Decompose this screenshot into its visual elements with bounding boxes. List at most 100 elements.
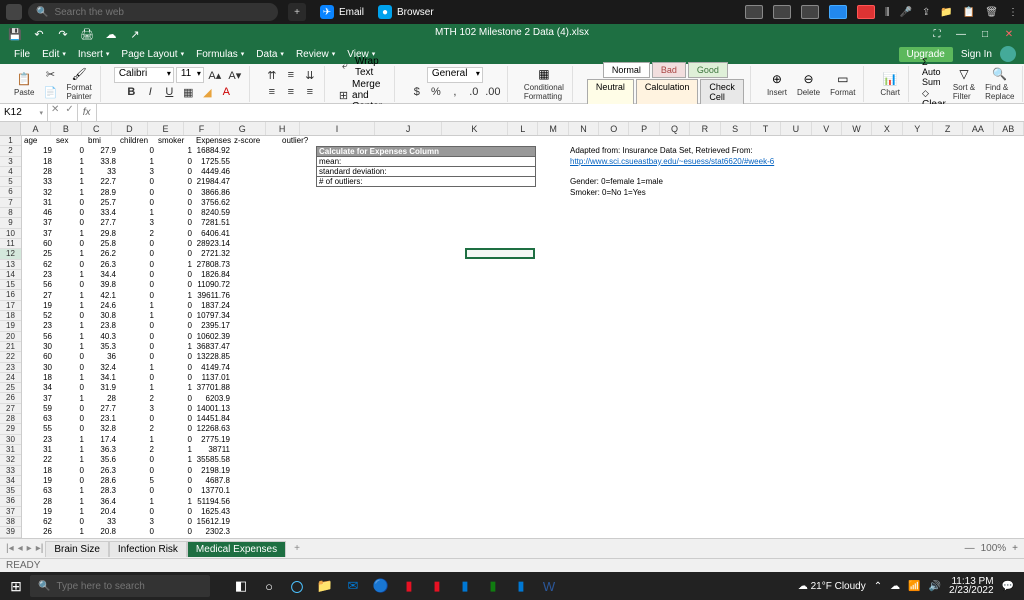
- cell[interactable]: 0: [118, 342, 156, 352]
- cell[interactable]: sex: [54, 136, 86, 146]
- cell[interactable]: 28.3: [86, 486, 118, 496]
- cell[interactable]: 1: [156, 445, 194, 455]
- col-header[interactable]: F: [184, 122, 220, 135]
- cell[interactable]: 33.8: [86, 157, 118, 167]
- cell[interactable]: 1: [54, 394, 86, 404]
- decrease-decimal-button[interactable]: .0: [465, 84, 483, 100]
- col-header[interactable]: J: [375, 122, 441, 135]
- cell[interactable]: 25.8: [86, 239, 118, 249]
- style-check-cell[interactable]: Check Cell: [700, 79, 744, 105]
- word-app-icon[interactable]: W: [536, 574, 562, 598]
- cell[interactable]: 59: [22, 404, 54, 414]
- cell[interactable]: 0: [54, 208, 86, 218]
- col-header[interactable]: O: [599, 122, 629, 135]
- cell[interactable]: 0: [118, 249, 156, 259]
- row-header[interactable]: 35: [0, 486, 21, 496]
- cell[interactable]: 30.8: [86, 311, 118, 321]
- cell[interactable]: 0: [156, 218, 194, 228]
- cell[interactable]: 32: [22, 188, 54, 198]
- cell[interactable]: 31.9: [86, 383, 118, 393]
- col-header[interactable]: P: [629, 122, 659, 135]
- cell[interactable]: 30: [22, 342, 54, 352]
- row-header[interactable]: 11: [0, 239, 21, 249]
- folder-icon[interactable]: 📁: [940, 7, 952, 18]
- cell[interactable]: 35.6: [86, 455, 118, 465]
- cell[interactable]: 2: [118, 424, 156, 434]
- cell[interactable]: 17.4: [86, 435, 118, 445]
- taskbar-search-input[interactable]: [56, 581, 202, 592]
- cell[interactable]: 6203.9: [194, 394, 232, 404]
- cell[interactable]: 15612.19: [194, 517, 232, 527]
- cell[interactable]: 36837.47: [194, 342, 232, 352]
- cell[interactable]: 0: [156, 466, 194, 476]
- menu-review[interactable]: Review ▾: [290, 47, 341, 62]
- tray-chevron-icon[interactable]: ⌃: [874, 581, 882, 592]
- increase-decimal-button[interactable]: .00: [484, 84, 502, 100]
- save-icon[interactable]: 💾: [8, 27, 22, 41]
- cell[interactable]: 0: [118, 466, 156, 476]
- cell[interactable]: 63: [22, 414, 54, 424]
- cell[interactable]: 2: [118, 394, 156, 404]
- row-header[interactable]: 18: [0, 311, 21, 321]
- cell[interactable]: 23: [22, 435, 54, 445]
- close-button[interactable]: ✕: [1002, 29, 1016, 40]
- wrap-text-button[interactable]: ⤶: [338, 59, 352, 75]
- col-header[interactable]: A: [21, 122, 51, 135]
- col-header[interactable]: I: [300, 122, 376, 135]
- cell[interactable]: 1625.43: [194, 507, 232, 517]
- conditional-formatting-button[interactable]: ▦Conditional Formatting: [521, 65, 567, 102]
- align-bottom-button[interactable]: ⇊: [301, 67, 319, 83]
- row-header[interactable]: 32: [0, 455, 21, 465]
- copy-button[interactable]: 📄: [41, 85, 59, 101]
- chart-button[interactable]: 📊Chart: [877, 70, 903, 98]
- cell[interactable]: 1: [54, 497, 86, 507]
- cell[interactable]: 0: [156, 435, 194, 445]
- cell[interactable]: 0: [54, 363, 86, 373]
- cell[interactable]: 16884.92: [194, 146, 232, 156]
- cell[interactable]: 3: [118, 218, 156, 228]
- row-header[interactable]: 25: [0, 383, 21, 393]
- cell[interactable]: 18: [22, 373, 54, 383]
- cell[interactable]: 0: [156, 208, 194, 218]
- col-header[interactable]: E: [148, 122, 184, 135]
- trash-icon[interactable]: 🗑: [985, 7, 998, 18]
- cell[interactable]: Calculate for Expenses Column: [316, 146, 536, 156]
- redo-icon[interactable]: ↷: [56, 27, 70, 41]
- col-header[interactable]: Q: [660, 122, 690, 135]
- cell[interactable]: 0: [156, 527, 194, 537]
- cell[interactable]: 2302.3: [194, 527, 232, 537]
- percent-button[interactable]: %: [427, 84, 445, 100]
- cell[interactable]: 0: [54, 466, 86, 476]
- row-header[interactable]: 22: [0, 352, 21, 362]
- cell[interactable]: 20.8: [86, 527, 118, 537]
- grow-font-button[interactable]: A▴: [206, 67, 224, 83]
- share-icon[interactable]: ↗: [128, 27, 142, 41]
- col-header[interactable]: S: [721, 122, 751, 135]
- cell[interactable]: 18: [22, 157, 54, 167]
- browser-tab-email[interactable]: ✈Email: [320, 5, 364, 19]
- cell[interactable]: 0: [118, 414, 156, 424]
- cell[interactable]: 52: [22, 311, 54, 321]
- cell[interactable]: 26: [22, 527, 54, 537]
- underline-button[interactable]: U: [160, 84, 178, 100]
- cell[interactable]: 2721.32: [194, 249, 232, 259]
- mail-app-icon[interactable]: ✉: [340, 574, 366, 598]
- cell[interactable]: 0: [118, 486, 156, 496]
- cell[interactable]: 1: [118, 363, 156, 373]
- fullscreen-icon[interactable]: ⛶: [930, 29, 944, 40]
- cell[interactable]: 10602.39: [194, 332, 232, 342]
- sheet-tab[interactable]: Brain Size: [45, 541, 109, 557]
- cell[interactable]: http://www.sci.csueastbay.edu/~esuess/st…: [568, 157, 828, 167]
- format-painter-button[interactable]: 🖌Format Painter: [63, 65, 94, 102]
- cell[interactable]: 0: [54, 239, 86, 249]
- cell[interactable]: 1: [156, 146, 194, 156]
- cell[interactable]: 0: [118, 198, 156, 208]
- app-icon[interactable]: ▮: [508, 574, 534, 598]
- row-header[interactable]: 26: [0, 393, 21, 403]
- cell[interactable]: 33: [86, 517, 118, 527]
- cell[interactable]: 6406.41: [194, 229, 232, 239]
- cell[interactable]: smoker: [156, 136, 194, 146]
- menu-data[interactable]: Data ▾: [250, 47, 290, 62]
- tab-last-button[interactable]: ▸|: [36, 543, 44, 554]
- cell[interactable]: 60: [22, 352, 54, 362]
